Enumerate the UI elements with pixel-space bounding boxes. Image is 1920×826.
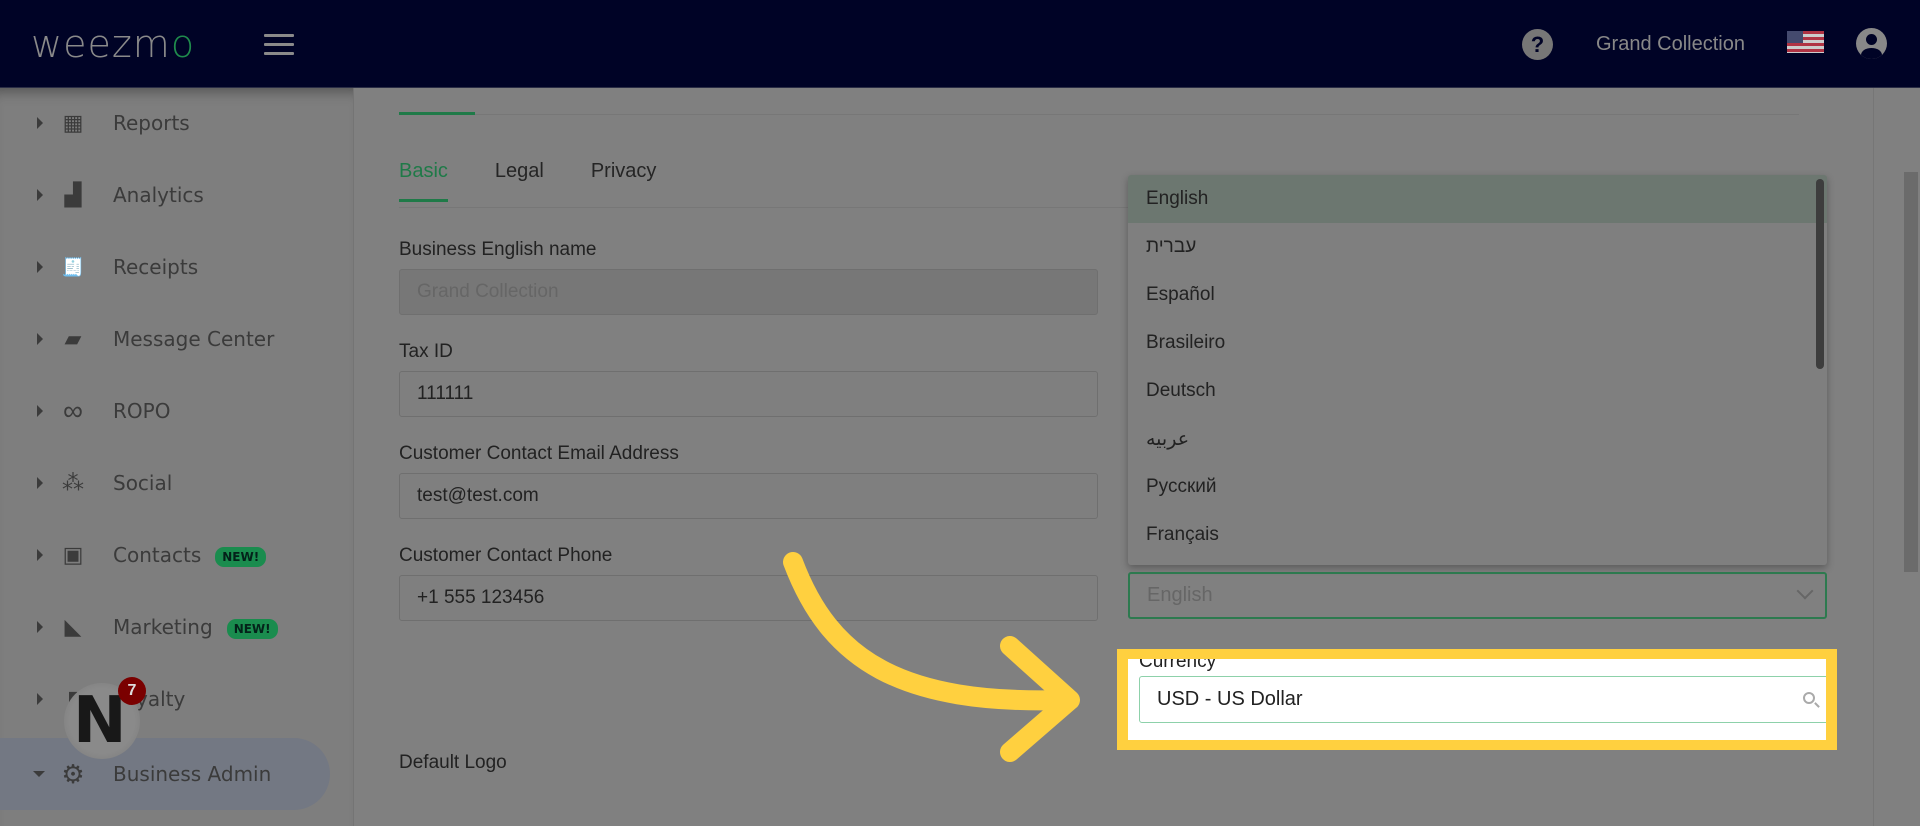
tax-id-field: Tax ID 111111 (399, 341, 1098, 417)
field-label: Business English name (399, 239, 597, 260)
tenant-name[interactable]: Grand Collection (1596, 33, 1745, 56)
chevron-down-icon (1796, 582, 1814, 600)
language-option[interactable]: עברית (1128, 223, 1827, 271)
caret-right-icon (37, 189, 43, 201)
language-option[interactable]: Brasileiro (1128, 319, 1827, 367)
language-option[interactable]: Français (1128, 511, 1827, 559)
language-option[interactable]: English (1128, 175, 1827, 223)
help-icon[interactable]: ? (1522, 29, 1553, 60)
caret-right-icon (37, 117, 43, 129)
tab-bar: Basic Legal Privacy (399, 160, 656, 202)
currency-field: Currency USD - US Dollar (1128, 659, 1826, 740)
sidebar-item-social[interactable]: ⁂ Social (0, 453, 330, 513)
language-option[interactable]: Русский (1128, 463, 1827, 511)
sidebar-item-receipts[interactable]: 🧾 Receipts (0, 237, 330, 297)
tab-basic[interactable]: Basic (399, 160, 448, 202)
divider (399, 114, 1799, 115)
divider (1873, 88, 1874, 826)
language-option[interactable]: Español (1128, 271, 1827, 319)
sidebar-item-marketing[interactable]: ◣ Marketing NEW! (0, 597, 330, 657)
phone-field: Customer Contact Phone +1 555 123456 (399, 545, 1098, 621)
bar-chart-icon: ▟ (64, 182, 82, 207)
phone-input[interactable]: +1 555 123456 (399, 575, 1098, 621)
sidebar-item-label: Business Admin (113, 762, 272, 786)
dropdown-scrollbar[interactable] (1816, 179, 1824, 369)
language-option[interactable]: عربيه (1128, 415, 1827, 463)
caret-right-icon (37, 261, 43, 273)
business-english-name-input[interactable]: Grand Collection (399, 269, 1098, 315)
caret-right-icon (37, 477, 43, 489)
section-tab-indicator (399, 112, 475, 115)
sidebar-item-label: Analytics (113, 183, 204, 207)
language-select-value: English (1147, 584, 1213, 606)
field-label: Currency (1139, 659, 1217, 672)
sidebar-item-label: ROPO (113, 399, 171, 423)
language-dropdown-menu: English עברית Español Brasileiro Deutsch… (1128, 175, 1827, 565)
contact-card-icon: ▣ (62, 542, 84, 567)
top-bar: weezmo ? Grand Collection (0, 0, 1920, 88)
notification-widget[interactable]: N 7 (64, 677, 146, 759)
language-option[interactable]: Deutsch (1128, 367, 1827, 415)
sidebar-item-analytics[interactable]: ▟ Analytics (0, 165, 330, 225)
sidebar-item-label: Social (113, 471, 173, 495)
infinity-icon: ∞ (63, 395, 83, 426)
sidebar-item-label: Message Center (113, 327, 275, 351)
sidebar-item-label: Reports (113, 111, 190, 135)
weezmo-logo[interactable]: weezmo (31, 22, 195, 66)
receipt-icon: 🧾 (61, 256, 85, 277)
email-field: Customer Contact Email Address test@test… (399, 443, 1098, 519)
dashboard-icon: ▦ (62, 110, 84, 135)
account-icon[interactable] (1856, 28, 1887, 59)
sidebar-item-label: Contacts NEW! (113, 543, 267, 567)
business-english-name-field: Business English name Grand Collection (399, 239, 1098, 315)
field-label: Tax ID (399, 341, 453, 362)
caret-right-icon (37, 405, 43, 417)
caret-right-icon (37, 549, 43, 561)
sidebar: ▦ Reports ▟ Analytics 🧾 Receipts ▰ Messa… (0, 88, 354, 826)
sidebar-item-business-admin[interactable]: ⚙ Business Admin (0, 738, 330, 810)
field-label: Customer Contact Email Address (399, 443, 679, 464)
people-group-icon: ⁂ (62, 470, 84, 495)
field-label: Customer Contact Phone (399, 545, 613, 566)
sidebar-item-reports[interactable]: ▦ Reports (0, 93, 330, 153)
hamburger-menu-icon[interactable] (264, 34, 294, 56)
caret-down-icon (33, 771, 45, 777)
caret-right-icon (37, 621, 43, 633)
sidebar-item-label: Receipts (113, 255, 199, 279)
sidebar-item-label: Marketing NEW! (113, 615, 278, 639)
caret-right-icon (37, 693, 43, 705)
chat-bubble-icon: ▰ (64, 326, 82, 351)
gear-icon: ⚙ (61, 758, 85, 789)
default-logo-label: Default Logo (399, 752, 507, 773)
notification-count-badge: 7 (118, 677, 146, 705)
caret-right-icon (37, 333, 43, 345)
email-input[interactable]: test@test.com (399, 473, 1098, 519)
party-popper-icon: ◣ (64, 614, 82, 639)
tax-id-input[interactable]: 111111 (399, 371, 1098, 417)
new-badge: NEW! (226, 618, 278, 639)
search-icon (1803, 692, 1815, 704)
new-badge: NEW! (215, 546, 267, 567)
us-flag-icon[interactable] (1787, 31, 1824, 53)
language-select[interactable]: English (1128, 572, 1827, 619)
page-scrollbar[interactable] (1904, 172, 1918, 572)
sidebar-item-loyalty[interactable]: ▮ Loyalty (0, 669, 330, 729)
sidebar-item-contacts[interactable]: ▣ Contacts NEW! (0, 525, 330, 585)
currency-input[interactable]: USD - US Dollar (1139, 676, 1826, 723)
currency-highlight-box: Currency USD - US Dollar (1117, 649, 1837, 750)
sidebar-item-ropo[interactable]: ∞ ROPO (0, 381, 330, 441)
currency-value: USD - US Dollar (1157, 688, 1303, 710)
sidebar-item-message-center[interactable]: ▰ Message Center (0, 309, 330, 369)
tab-legal[interactable]: Legal (495, 160, 544, 202)
tab-privacy[interactable]: Privacy (591, 160, 657, 202)
